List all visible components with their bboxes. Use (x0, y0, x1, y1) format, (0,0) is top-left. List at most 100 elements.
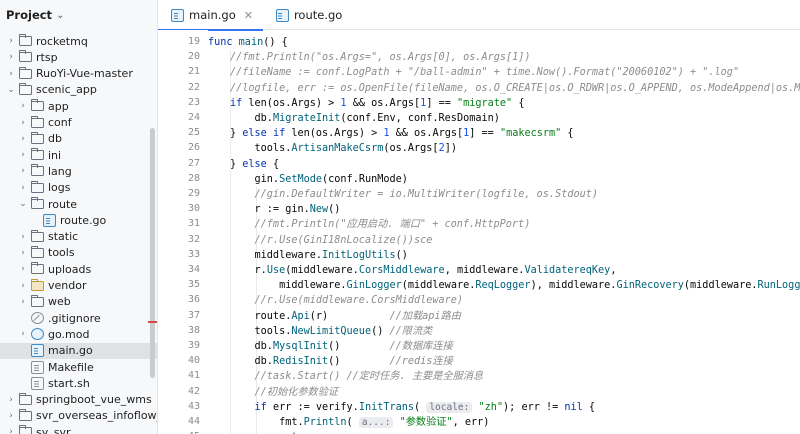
code-token: , middleware. (444, 265, 525, 276)
tree-item[interactable]: › conf (0, 115, 157, 131)
code-line[interactable]: //r.Use(GinI18nLocalize())sce (230, 233, 433, 248)
tree-item[interactable]: › db (0, 131, 157, 147)
chevron-right-icon[interactable]: › (18, 264, 28, 274)
code-line[interactable]: tools.ArtisanMakeCsrm(os.Args[2]) (230, 141, 457, 156)
chevron-down-icon[interactable]: ⌄ (18, 199, 28, 209)
tree-item[interactable]: › sy_svr (0, 424, 157, 434)
code-token: "参数验证" (399, 417, 453, 428)
go-file-icon (171, 8, 184, 22)
code-token: { (266, 158, 280, 170)
code-line[interactable]: //gin.DefaultWriter = io.MultiWriter(log… (230, 187, 598, 202)
code-line[interactable]: if len(os.Args) > 1 && os.Args[1] == "mi… (230, 96, 524, 111)
line-number: 25 (187, 127, 200, 139)
tree-item[interactable]: › logs (0, 180, 157, 196)
chevron-right-icon[interactable]: › (6, 36, 16, 46)
chevron-right-icon[interactable]: › (6, 427, 16, 434)
chevron-right-icon[interactable]: › (18, 232, 28, 242)
error-marker (148, 321, 157, 323)
code-line[interactable]: //task.Start() //定时任务. 主要是全服消息 (230, 369, 484, 384)
tree-item[interactable]: route.go (0, 212, 157, 228)
tree-item[interactable]: main.go (0, 342, 157, 359)
tree-item[interactable]: start.sh (0, 375, 157, 391)
code-line[interactable]: middleware.GinLogger(middleware.ReqLogge… (230, 278, 800, 293)
code-token: ] == (469, 128, 500, 140)
tree-item[interactable]: › static (0, 229, 157, 245)
tree-item[interactable]: › tools (0, 245, 157, 261)
code-line[interactable]: route.Api(r) //加载api路由 (230, 309, 461, 324)
chevron-right-icon[interactable]: › (18, 248, 28, 258)
code-token: len(os.Args) > (291, 128, 384, 140)
chevron-right-icon[interactable]: › (6, 411, 16, 421)
line-number: 23 (187, 96, 200, 108)
code-line[interactable]: } else { (230, 157, 279, 172)
chevron-right-icon[interactable]: › (18, 150, 28, 160)
code-line[interactable]: gin.SetMode(conf.RunMode) (230, 172, 408, 187)
tree-item[interactable]: › rocketmq (0, 33, 157, 49)
code-token: && os.Args[ (389, 128, 464, 140)
chevron-right-icon[interactable]: › (18, 281, 28, 291)
tree-item-label: vendor (48, 279, 87, 292)
chevron-right-icon[interactable]: › (18, 118, 28, 128)
tree-item[interactable]: › ini (0, 147, 157, 163)
tree-item[interactable]: › uploads (0, 261, 157, 277)
code-line[interactable]: db.RedisInit() //redis连接 (230, 354, 453, 369)
tree-item[interactable]: Makefile (0, 359, 157, 375)
chevron-right-icon[interactable]: › (18, 134, 28, 144)
code-line[interactable]: //fileName := conf.LogPath + "/ball-admi… (230, 65, 739, 80)
project-panel-header[interactable]: Project ⌄ (0, 0, 157, 30)
chevron-down-icon[interactable]: ⌄ (56, 10, 64, 21)
code-token: ] == (426, 97, 457, 109)
tree-item[interactable]: › springboot_vue_wms (0, 392, 157, 408)
code-token: New (309, 204, 329, 216)
code-line[interactable]: func main() { (208, 35, 288, 50)
line-number: 24 (187, 112, 200, 123)
tab-route-go[interactable]: route.go (263, 0, 352, 30)
code-line[interactable]: return (230, 430, 316, 434)
code-line[interactable]: //fmt.Println("应用启动. 端口" + conf.HttpPort… (230, 217, 531, 232)
code-token: (conf.RunMode) (322, 173, 408, 185)
code-line[interactable]: middleware.InitLogUtils() (230, 248, 408, 263)
code-token: //限流类 (389, 325, 433, 337)
code-line[interactable]: tools.NewLimitQueue() //限流类 (230, 324, 433, 339)
line-number: 35 (187, 279, 200, 291)
tree-item[interactable]: › lang (0, 163, 157, 179)
code-editor[interactable]: func main() {//fmt.Println("os.Args=", o… (208, 30, 800, 434)
chevron-right-icon[interactable]: › (6, 395, 16, 405)
code-line[interactable]: r := gin.New() (230, 202, 341, 217)
tree-item[interactable]: › vendor (0, 278, 157, 294)
chevron-down-icon[interactable]: ⌄ (6, 85, 16, 95)
code-line[interactable]: //fmt.Println("os.Args=", os.Args[0], os… (230, 50, 531, 65)
code-line[interactable]: r.Use(middleware.CorsMiddleware, middlew… (230, 263, 617, 278)
code-line[interactable]: fmt.Println( a...: "参数验证", err) (230, 415, 489, 430)
tree-item[interactable]: .gitignore (0, 310, 157, 326)
chevron-right-icon[interactable]: › (18, 166, 28, 176)
close-icon[interactable]: ✕ (244, 9, 253, 22)
tree-item[interactable]: ⌄ scenic_app (0, 82, 157, 98)
folder-icon (30, 180, 44, 193)
tree-item[interactable]: › rtsp (0, 49, 157, 65)
code-line[interactable]: db.MysqlInit() //数据库连接 (230, 339, 453, 354)
code-line[interactable]: } else if len(os.Args) > 1 && os.Args[1]… (230, 126, 574, 141)
chevron-right-icon[interactable]: › (18, 297, 28, 307)
code-line[interactable]: db.MigrateInit(conf.Env, conf.ResDomain) (230, 111, 500, 126)
code-line[interactable]: //r.Use(middleware.CorsMiddleware) (230, 293, 464, 308)
tab-main-go[interactable]: main.go ✕ (158, 0, 263, 31)
tree-item[interactable]: › svr_overseas_infoflow_api (0, 408, 157, 424)
code-line[interactable]: if err := verify.InitTrans( locale: "zh"… (230, 400, 595, 415)
chevron-right-icon[interactable]: › (18, 183, 28, 193)
chevron-right-icon[interactable]: › (18, 329, 28, 339)
chevron-right-icon[interactable]: › (18, 101, 28, 111)
tree-item[interactable]: › RuoYi-Vue-master (0, 66, 157, 82)
chevron-right-icon[interactable]: › (6, 69, 16, 79)
code-line[interactable]: //logfile, err := os.OpenFile(fileName, … (230, 81, 800, 96)
code-token: ValidatereqKey (524, 265, 611, 276)
tree-item[interactable]: ⌄ route (0, 196, 157, 212)
tree-item[interactable]: › go.mod (0, 326, 157, 342)
tree-item-label: route (48, 197, 78, 211)
tree-item[interactable]: › web (0, 294, 157, 310)
tree-item[interactable]: › app (0, 98, 157, 114)
code-line[interactable]: //初始化参数验证 (230, 385, 339, 400)
go-file-icon (275, 8, 289, 22)
project-scrollbar[interactable] (150, 128, 155, 378)
chevron-right-icon[interactable]: › (6, 52, 16, 62)
